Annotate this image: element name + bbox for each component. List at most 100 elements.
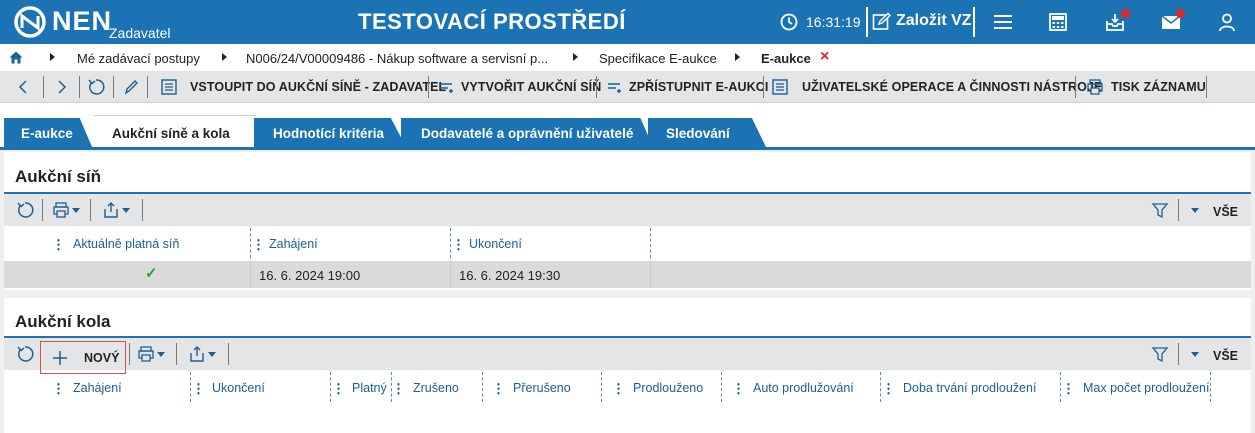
dropdown-caret-icon[interactable] bbox=[1191, 352, 1199, 357]
breadcrumb-item[interactable]: Mé zadávací postupy bbox=[77, 51, 200, 66]
create-auction-hall-button[interactable]: VYTVOŘIT AUKČNÍ SÍŇ bbox=[461, 80, 601, 94]
column-header-interrupted[interactable]: Přerušeno bbox=[513, 381, 571, 395]
enter-auction-hall-button[interactable]: VSTOUPIT DO AUKČNÍ SÍNĚ - ZADAVATEL bbox=[190, 80, 446, 94]
column-header-end[interactable]: Ukončení bbox=[469, 237, 522, 251]
divider bbox=[79, 76, 80, 98]
create-tender-button[interactable]: Založit VZ bbox=[896, 12, 972, 30]
column-separator[interactable] bbox=[1210, 372, 1211, 402]
filter-icon[interactable] bbox=[1151, 201, 1169, 219]
tab-monitoring[interactable]: Sledování bbox=[648, 118, 766, 147]
view-all-button[interactable]: VŠE bbox=[1213, 205, 1238, 219]
refresh-icon[interactable] bbox=[16, 201, 34, 219]
export-icon[interactable] bbox=[102, 201, 120, 219]
dropdown-caret-icon[interactable] bbox=[157, 352, 165, 357]
breadcrumb-current: E-aukce bbox=[761, 51, 811, 66]
column-menu-icon[interactable] bbox=[197, 382, 200, 395]
column-header-start[interactable]: Zahájení bbox=[269, 237, 318, 251]
column-menu-icon[interactable] bbox=[337, 382, 340, 395]
column-header-max-extensions[interactable]: Max počet prodloužení bbox=[1083, 381, 1209, 395]
dropdown-caret-icon[interactable] bbox=[208, 352, 216, 357]
column-menu-icon[interactable] bbox=[457, 238, 460, 251]
user-icon[interactable] bbox=[1216, 11, 1238, 33]
publish-list-icon[interactable] bbox=[606, 78, 624, 96]
printer-icon[interactable] bbox=[52, 201, 70, 219]
column-separator[interactable] bbox=[450, 228, 451, 258]
filter-icon[interactable] bbox=[1151, 345, 1169, 363]
column-separator[interactable] bbox=[330, 372, 331, 402]
column-separator[interactable] bbox=[190, 372, 191, 402]
column-separator[interactable] bbox=[880, 372, 881, 402]
column-separator[interactable] bbox=[601, 372, 602, 402]
menu-icon[interactable] bbox=[992, 11, 1014, 33]
breadcrumb-item[interactable]: Specifikace E-aukce bbox=[599, 51, 717, 66]
breadcrumb-arrow-icon bbox=[735, 53, 740, 61]
column-menu-icon[interactable] bbox=[57, 238, 60, 251]
back-icon[interactable] bbox=[15, 78, 33, 96]
close-breadcrumb-icon[interactable]: × bbox=[820, 48, 829, 66]
divider bbox=[129, 343, 130, 365]
clock-icon bbox=[780, 13, 798, 31]
tab-label: Sledování bbox=[666, 126, 730, 141]
tab-auction-halls-rounds[interactable]: Aukční síně a kola bbox=[94, 115, 256, 147]
check-icon: ✓ bbox=[145, 265, 158, 282]
export-icon[interactable] bbox=[188, 345, 206, 363]
column-menu-icon[interactable] bbox=[397, 382, 400, 395]
cell-start: 16. 6. 2024 19:00 bbox=[259, 268, 361, 283]
dropdown-caret-icon[interactable] bbox=[122, 208, 130, 213]
view-all-button[interactable]: VŠE bbox=[1213, 349, 1238, 363]
column-separator[interactable] bbox=[250, 228, 251, 258]
list-document-icon[interactable] bbox=[160, 78, 178, 96]
list-document-icon[interactable] bbox=[771, 78, 789, 96]
column-separator[interactable] bbox=[721, 372, 722, 402]
column-separator[interactable] bbox=[1060, 372, 1061, 402]
column-separator[interactable] bbox=[391, 372, 392, 402]
column-menu-icon[interactable] bbox=[1067, 382, 1070, 395]
calculator-icon[interactable] bbox=[1047, 11, 1069, 33]
dropdown-caret-icon[interactable] bbox=[1191, 208, 1199, 213]
breadcrumb: Mé zadávací postupy N006/24/V00009486 - … bbox=[0, 44, 1255, 71]
column-header-start[interactable]: Zahájení bbox=[73, 381, 122, 395]
forward-icon[interactable] bbox=[52, 78, 70, 96]
column-header-end[interactable]: Ukončení bbox=[212, 381, 265, 395]
column-menu-icon[interactable] bbox=[497, 382, 500, 395]
column-header-current-hall[interactable]: Aktuálně platná síň bbox=[73, 237, 179, 251]
column-header-auto-extension[interactable]: Auto prodlužování bbox=[753, 381, 854, 395]
tab-evaluation-criteria[interactable]: Hodnotící kritéria bbox=[254, 118, 406, 147]
nen-logo-icon[interactable] bbox=[14, 6, 46, 38]
tab-e-aukce[interactable]: E-aukce bbox=[4, 118, 92, 147]
tab-suppliers-users[interactable]: Dodavatelé a oprávnění uživatelé bbox=[401, 118, 653, 147]
column-menu-icon[interactable] bbox=[737, 382, 740, 395]
edit-square-icon[interactable] bbox=[872, 12, 891, 31]
refresh-icon[interactable] bbox=[87, 78, 105, 96]
divider bbox=[113, 76, 114, 98]
user-operations-button[interactable]: UŽIVATELSKÉ OPERACE A ČINNOSTI NÁSTROJE bbox=[802, 80, 1102, 94]
column-menu-icon[interactable] bbox=[257, 238, 260, 251]
breadcrumb-item[interactable]: N006/24/V00009486 - Nákup software a ser… bbox=[246, 51, 548, 66]
divider bbox=[763, 76, 764, 98]
pencil-icon[interactable] bbox=[122, 78, 140, 96]
notification-badge bbox=[1176, 9, 1185, 18]
column-separator[interactable] bbox=[650, 228, 651, 258]
home-icon[interactable] bbox=[9, 51, 23, 64]
table-row[interactable]: ✓ 16. 6. 2024 19:00 16. 6. 2024 19:30 bbox=[4, 261, 1251, 288]
new-round-button[interactable]: NOVÝ bbox=[40, 341, 126, 374]
column-header-extended[interactable]: Prodlouženo bbox=[633, 381, 703, 395]
printer-icon[interactable] bbox=[137, 345, 155, 363]
create-list-icon[interactable] bbox=[438, 78, 456, 96]
dropdown-caret-icon[interactable] bbox=[72, 208, 80, 213]
print-record-button[interactable]: TISK ZÁZNAMU bbox=[1111, 80, 1206, 94]
column-header-valid[interactable]: Platný bbox=[352, 381, 387, 395]
refresh-icon[interactable] bbox=[16, 345, 34, 363]
column-menu-icon[interactable] bbox=[57, 382, 60, 395]
column-menu-icon[interactable] bbox=[617, 382, 620, 395]
environment-title: TESTOVACÍ PROSTŘEDÍ bbox=[358, 9, 626, 34]
column-menu-icon[interactable] bbox=[887, 382, 890, 395]
divider bbox=[42, 199, 43, 221]
publish-auction-button[interactable]: ZPŘÍSTUPNIT E-AUKCI bbox=[629, 80, 768, 94]
printer-icon[interactable] bbox=[1086, 78, 1104, 96]
brand-name[interactable]: NEN bbox=[52, 6, 112, 37]
column-header-cancelled[interactable]: Zrušeno bbox=[413, 381, 459, 395]
column-separator[interactable] bbox=[482, 372, 483, 402]
divider bbox=[1075, 76, 1076, 98]
column-header-extension-duration[interactable]: Doba trvání prodloužení bbox=[903, 381, 1036, 395]
